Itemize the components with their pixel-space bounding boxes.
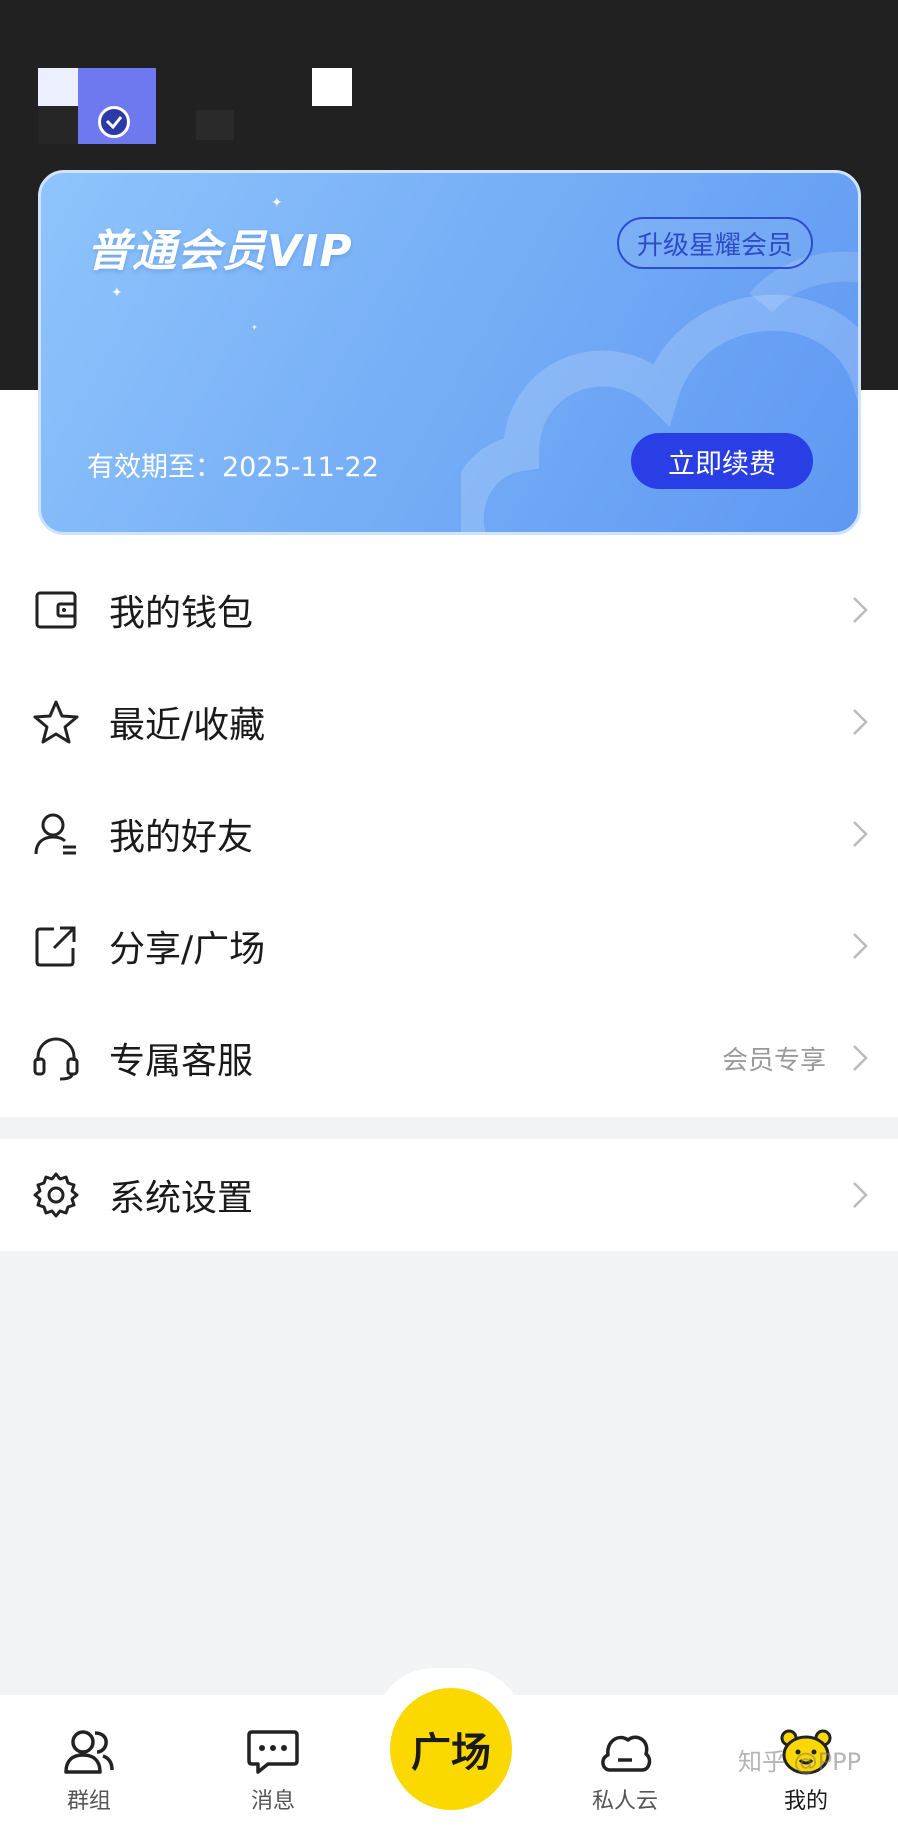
menu-item-friends[interactable]: 我的好友 <box>0 778 898 890</box>
verified-badge-icon <box>98 106 130 138</box>
vip-expiry-text: 有效期至：2025-11-22 <box>87 452 379 483</box>
wallet-icon <box>32 586 80 634</box>
menu-item-customer-service[interactable]: 专属客服 会员专享 <box>0 1002 898 1114</box>
vip-title: 普通会员VIP <box>87 226 353 277</box>
sparkle-icon: ✦ <box>111 285 123 301</box>
nav-label: 群组 <box>66 1789 111 1814</box>
group-icon <box>62 1725 116 1779</box>
username-pixel <box>312 68 352 106</box>
share-icon <box>32 922 80 970</box>
renew-button[interactable]: 立即续费 <box>631 433 813 489</box>
nav-item-messages[interactable]: 消息 <box>218 1725 328 1825</box>
star-icon <box>32 698 80 746</box>
menu-item-label: 分享/广场 <box>109 929 266 970</box>
avatar[interactable] <box>38 68 156 144</box>
menu-item-wallet[interactable]: 我的钱包 <box>0 554 898 666</box>
nav-label: 消息 <box>250 1789 295 1814</box>
chevron-right-icon <box>853 1182 868 1208</box>
menu-item-label: 我的钱包 <box>109 593 254 634</box>
menu-item-label: 最近/收藏 <box>109 705 266 746</box>
nav-item-private-cloud[interactable]: 私人云 <box>570 1725 680 1825</box>
menu-item-label: 系统设置 <box>109 1178 254 1219</box>
menu-item-recent-favorites[interactable]: 最近/收藏 <box>0 666 898 778</box>
watermark: 知乎 @PPP <box>738 1748 862 1776</box>
upgrade-vip-button[interactable]: 升级星耀会员 <box>616 217 813 269</box>
chevron-right-icon <box>853 821 868 847</box>
nav-item-group[interactable]: 群组 <box>34 1725 144 1825</box>
menu-item-share-square[interactable]: 分享/广场 <box>0 890 898 1002</box>
sparkle-icon: ✦ <box>251 323 258 332</box>
avatar-pixel <box>38 106 78 144</box>
avatar-pixel <box>38 68 78 106</box>
section-divider <box>0 1117 898 1139</box>
gear-icon <box>32 1171 80 1219</box>
vip-card[interactable]: ✦ ✦ ✦ ✦ 普通会员VIP 升级星耀会员 有效期至：2025-11-22 立… <box>38 170 861 535</box>
chevron-right-icon <box>853 1045 868 1071</box>
sparkle-icon: ✦ <box>271 195 283 211</box>
headset-icon <box>32 1034 80 1082</box>
menu-item-label: 专属客服 <box>109 1041 254 1082</box>
menu-item-settings[interactable]: 系统设置 <box>0 1139 898 1251</box>
cloud-decoration-icon <box>461 251 858 532</box>
username-pixel <box>196 110 234 140</box>
chevron-right-icon <box>853 597 868 623</box>
chevron-right-icon <box>853 709 868 735</box>
nav-label: 私人云 <box>591 1789 658 1814</box>
friends-icon <box>32 810 80 858</box>
cloud-icon <box>598 1725 652 1779</box>
menu-item-label: 我的好友 <box>109 817 254 858</box>
message-icon <box>246 1725 300 1779</box>
square-center-button[interactable]: 广场 <box>390 1688 512 1810</box>
chevron-right-icon <box>853 933 868 959</box>
nav-label: 我的 <box>783 1789 828 1814</box>
member-exclusive-label: 会员专享 <box>721 1045 826 1076</box>
